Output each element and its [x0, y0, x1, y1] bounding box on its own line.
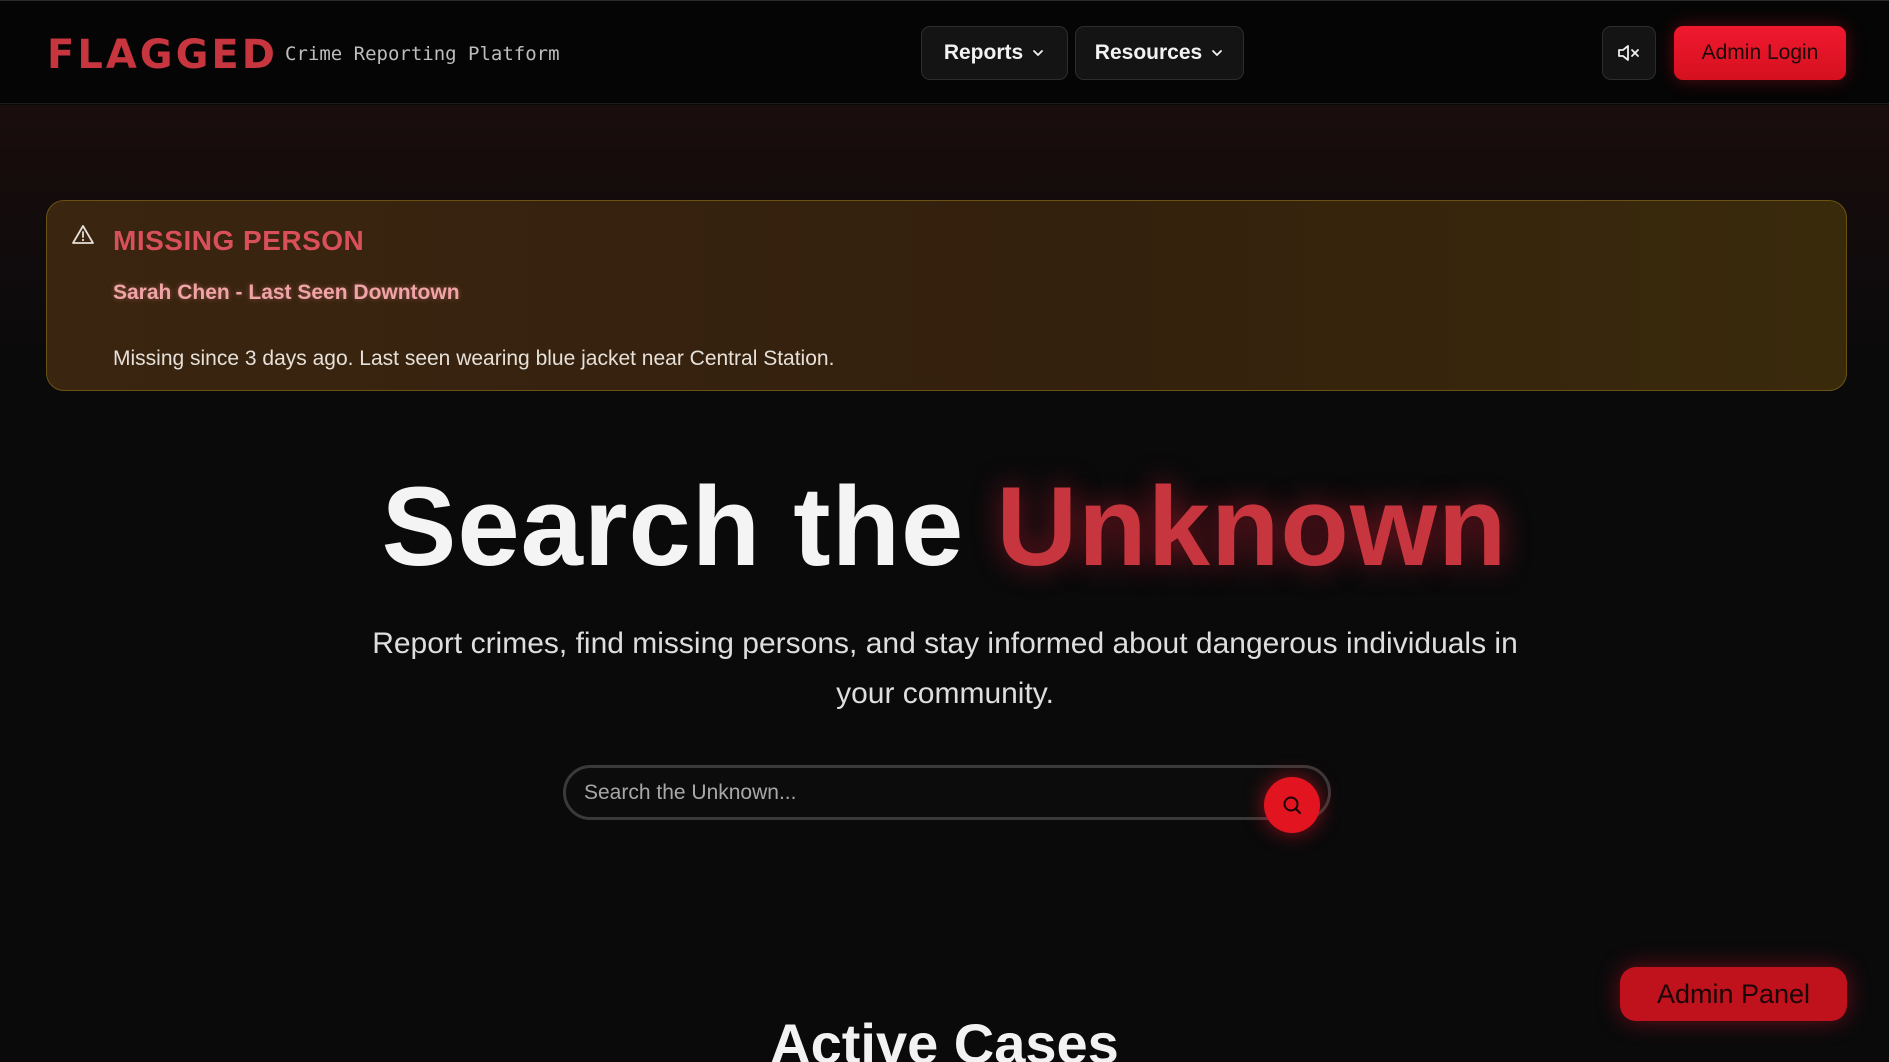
- warning-triangle-icon: [72, 225, 94, 244]
- mute-toggle-button[interactable]: [1602, 26, 1656, 80]
- resources-menu-label: Resources: [1094, 41, 1203, 64]
- admin-login-button[interactable]: Admin Login: [1674, 26, 1846, 80]
- chevron-down-icon: [1033, 50, 1044, 56]
- resources-menu-button[interactable]: Resources: [1075, 26, 1244, 80]
- admin-panel-button[interactable]: Admin Panel: [1620, 967, 1847, 1021]
- active-cases-heading: Active Cases: [770, 1012, 1119, 1062]
- alert-title: MISSING PERSON: [113, 225, 365, 256]
- hero-title-plain: Search the: [381, 464, 997, 589]
- brand-logo[interactable]: FLAGGED: [47, 31, 278, 79]
- missing-person-alert: MISSING PERSON Sarah Chen - Last Seen Do…: [46, 200, 1847, 391]
- chevron-down-icon: [1212, 50, 1223, 56]
- alert-person-name[interactable]: Sarah Chen - Last Seen Downtown: [113, 281, 460, 305]
- reports-menu-button[interactable]: Reports: [921, 26, 1068, 80]
- volume-mute-icon: [1618, 45, 1639, 61]
- hero-title: Search the Unknown: [0, 462, 1889, 592]
- search-icon: [1283, 796, 1301, 814]
- search-input[interactable]: [584, 768, 1244, 817]
- brand-tagline: Crime Reporting Platform: [285, 43, 560, 65]
- reports-menu-label: Reports: [943, 41, 1024, 64]
- search-bar: [563, 765, 1331, 820]
- top-navbar: FLAGGED Crime Reporting Platform Reports…: [0, 0, 1889, 104]
- search-button[interactable]: [1264, 777, 1320, 833]
- alert-description: Missing since 3 days ago. Last seen wear…: [113, 347, 835, 370]
- hero-title-accent: Unknown: [996, 464, 1508, 589]
- hero-subtitle: Report crimes, find missing persons, and…: [372, 627, 1518, 710]
